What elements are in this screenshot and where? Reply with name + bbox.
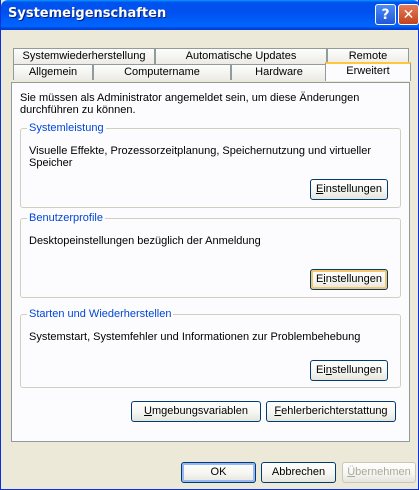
admin-notice: Sie müssen als Administrator angemeldet … xyxy=(20,92,360,116)
ok-button[interactable]: OK xyxy=(181,462,256,483)
tab-automatische-updates[interactable]: Automatische Updates xyxy=(155,48,327,64)
system-properties-dialog: Systemeigenschaften ? ✕ Systemwiederhers… xyxy=(0,0,419,490)
help-icon: ? xyxy=(381,6,390,23)
close-icon: ✕ xyxy=(402,6,415,23)
error-reporting-button[interactable]: Fehlerberichterstattung xyxy=(266,401,396,422)
title-bar[interactable]: Systemeigenschaften ? ✕ xyxy=(1,0,419,30)
close-button[interactable]: ✕ xyxy=(398,4,419,25)
apply-button[interactable]: Übernehmen xyxy=(342,462,416,483)
tab-systemwiederherstellung[interactable]: Systemwiederherstellung xyxy=(13,48,155,64)
group-systemleistung: Systemleistung Visuelle Effekte, Prozess… xyxy=(20,122,401,208)
startup-recovery-settings-button[interactable]: Einstellungen xyxy=(310,360,388,381)
tab-panel-erweitert: Sie müssen als Administrator angemeldet … xyxy=(11,82,410,442)
group-title-benutzerprofile: Benutzerprofile xyxy=(27,212,105,224)
cancel-button[interactable]: Abbrechen xyxy=(261,462,336,483)
group-text-starten-wiederherstellen: Systemstart, Systemfehler und Informatio… xyxy=(29,331,361,343)
tab-computername[interactable]: Computername xyxy=(93,64,231,80)
window-title: Systemeigenschaften xyxy=(8,6,167,21)
performance-settings-button[interactable]: Einstellungen xyxy=(310,179,388,200)
help-button[interactable]: ? xyxy=(375,4,396,25)
tab-allgemein[interactable]: Allgemein xyxy=(13,64,93,80)
group-title-starten-wiederherstellen: Starten und Wiederherstellen xyxy=(27,308,174,320)
tab-erweitert[interactable]: Erweitert xyxy=(325,62,411,81)
group-title-systemleistung: Systemleistung xyxy=(27,122,106,134)
group-benutzerprofile: Benutzerprofile Desktopeinstellungen bez… xyxy=(20,212,401,298)
group-text-benutzerprofile: Desktopeinstellungen bezüglich der Anmel… xyxy=(29,235,261,247)
group-text-systemleistung: Visuelle Effekte, Prozessorzeitplanung, … xyxy=(29,145,372,169)
environment-variables-button[interactable]: Umgebungsvariablen xyxy=(131,401,261,422)
tab-hardware[interactable]: Hardware xyxy=(231,64,327,80)
user-profiles-settings-button[interactable]: Einstellungen xyxy=(310,269,388,290)
group-starten-wiederherstellen: Starten und Wiederherstellen Systemstart… xyxy=(20,308,401,388)
